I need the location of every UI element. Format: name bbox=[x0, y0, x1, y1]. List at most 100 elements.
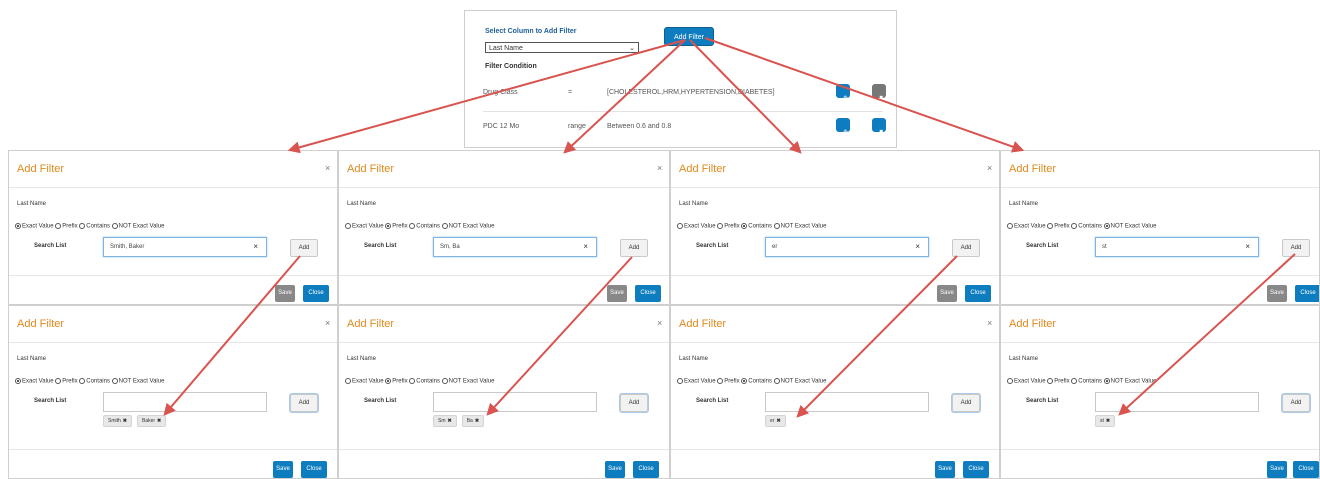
add-button[interactable]: Add bbox=[952, 394, 980, 412]
radio-not-exact[interactable] bbox=[111, 378, 118, 384]
radio-not-exact[interactable] bbox=[441, 223, 448, 229]
save-button[interactable]: Save bbox=[935, 461, 955, 478]
radio-contains-label: Contains bbox=[748, 378, 772, 385]
radio-exact[interactable] bbox=[677, 378, 683, 384]
clear-icon[interactable]: × bbox=[253, 238, 258, 256]
close-button[interactable]: Close bbox=[635, 285, 661, 302]
filter-row: Drug Class = [CHOLESTEROL,HRM,HYPERTENSI… bbox=[483, 81, 886, 105]
radio-prefix[interactable] bbox=[1047, 378, 1054, 384]
search-input[interactable] bbox=[103, 392, 267, 412]
radio-prefix[interactable] bbox=[717, 223, 724, 229]
add-button[interactable]: Add bbox=[1282, 394, 1310, 412]
remove-tag-icon[interactable]: ✖ bbox=[475, 418, 479, 424]
edit-filter-button[interactable]: ✎ bbox=[836, 84, 851, 104]
clear-icon[interactable]: × bbox=[915, 238, 920, 256]
field-label: Last Name bbox=[347, 356, 377, 362]
close-icon[interactable]: × bbox=[325, 318, 330, 328]
save-button[interactable]: Save bbox=[1267, 285, 1287, 302]
add-button[interactable]: Add bbox=[620, 239, 648, 257]
radio-not-exact[interactable] bbox=[111, 223, 118, 229]
edit-filter-button[interactable]: ✎ bbox=[836, 118, 851, 138]
close-button[interactable]: Close bbox=[963, 461, 989, 478]
save-button[interactable]: Save bbox=[937, 285, 957, 302]
radio-contains[interactable] bbox=[741, 223, 748, 229]
radio-prefix[interactable] bbox=[385, 378, 392, 384]
save-button[interactable]: Save bbox=[605, 461, 625, 478]
radio-contains[interactable] bbox=[409, 223, 416, 229]
add-button[interactable]: Add bbox=[620, 394, 648, 412]
search-input-value: Sm, Ba bbox=[440, 244, 460, 250]
column-select[interactable]: Last Name ⌄ bbox=[485, 42, 639, 53]
close-icon[interactable]: × bbox=[987, 318, 992, 328]
radio-not-exact[interactable] bbox=[441, 378, 448, 384]
radio-prefix[interactable] bbox=[1047, 223, 1054, 229]
add-button[interactable]: Add bbox=[290, 394, 318, 412]
search-input[interactable]: Sm, Ba × bbox=[433, 237, 597, 257]
radio-not-exact[interactable] bbox=[773, 378, 780, 384]
close-button[interactable]: Close bbox=[633, 461, 659, 478]
close-button[interactable]: Close bbox=[303, 285, 329, 302]
radio-not-exact[interactable] bbox=[1103, 223, 1110, 229]
clear-icon[interactable]: × bbox=[1245, 238, 1250, 256]
search-input[interactable]: er × bbox=[765, 237, 929, 257]
remove-tag-icon[interactable]: ✖ bbox=[157, 418, 161, 424]
close-icon[interactable]: × bbox=[325, 163, 330, 173]
save-button[interactable]: Save bbox=[273, 461, 293, 478]
radio-exact[interactable] bbox=[15, 378, 21, 384]
search-input[interactable]: st × bbox=[1095, 237, 1259, 257]
match-options: Exact Value Prefix Contains NOT Exact Va… bbox=[345, 378, 494, 385]
add-filter-button[interactable]: Add Filter bbox=[664, 27, 714, 46]
close-icon[interactable]: × bbox=[987, 163, 992, 173]
radio-prefix[interactable] bbox=[55, 223, 62, 229]
radio-contains[interactable] bbox=[1071, 223, 1078, 229]
add-button[interactable]: Add bbox=[952, 239, 980, 257]
radio-exact-label: Exact Value bbox=[22, 378, 54, 385]
search-input[interactable]: Smith, Baker × bbox=[103, 237, 267, 257]
remove-tag-icon[interactable]: ✖ bbox=[1106, 418, 1110, 424]
filter-value: [CHOLESTEROL,HRM,HYPERTENSION,DIABETES] bbox=[607, 89, 775, 96]
close-icon[interactable]: × bbox=[657, 163, 662, 173]
radio-prefix[interactable] bbox=[55, 378, 62, 384]
save-button[interactable]: Save bbox=[275, 285, 295, 302]
delete-filter-button[interactable]: ▮ bbox=[872, 118, 886, 137]
close-button[interactable]: Close bbox=[301, 461, 327, 478]
radio-not-exact-label: NOT Exact Value bbox=[780, 378, 827, 385]
match-options: Exact Value Prefix Contains NOT Exact Va… bbox=[345, 223, 494, 230]
remove-tag-icon[interactable]: ✖ bbox=[776, 418, 780, 424]
search-input[interactable] bbox=[1095, 392, 1259, 412]
close-button[interactable]: Close bbox=[965, 285, 991, 302]
radio-exact[interactable] bbox=[345, 378, 351, 384]
add-button[interactable]: Add bbox=[290, 239, 318, 257]
radio-contains[interactable] bbox=[409, 378, 416, 384]
radio-contains[interactable] bbox=[79, 223, 86, 229]
remove-tag-icon[interactable]: ✖ bbox=[448, 418, 452, 424]
search-input[interactable] bbox=[433, 392, 597, 412]
radio-contains[interactable] bbox=[79, 378, 86, 384]
search-input[interactable] bbox=[765, 392, 929, 412]
save-button[interactable]: Save bbox=[607, 285, 627, 302]
divider bbox=[671, 342, 999, 343]
save-button[interactable]: Save bbox=[1267, 461, 1287, 478]
filter-panel: Select Column to Add Filter Last Name ⌄ … bbox=[464, 10, 897, 148]
radio-not-exact[interactable] bbox=[773, 223, 780, 229]
radio-exact[interactable] bbox=[15, 223, 21, 229]
tag-label: Ba bbox=[466, 418, 473, 424]
radio-contains[interactable] bbox=[1071, 378, 1078, 384]
radio-prefix[interactable] bbox=[385, 223, 392, 229]
radio-not-exact[interactable] bbox=[1103, 378, 1110, 384]
radio-prefix[interactable] bbox=[717, 378, 724, 384]
delete-filter-button[interactable]: ▮ bbox=[872, 84, 886, 103]
close-button[interactable]: Close bbox=[1295, 285, 1319, 302]
remove-tag-icon[interactable]: ✖ bbox=[123, 418, 127, 424]
radio-exact[interactable] bbox=[677, 223, 683, 229]
close-button[interactable]: Close bbox=[1293, 461, 1319, 478]
search-list-label: Search List bbox=[34, 398, 67, 404]
radio-exact[interactable] bbox=[1007, 378, 1013, 384]
radio-contains[interactable] bbox=[741, 378, 748, 384]
divider bbox=[9, 275, 337, 276]
close-icon[interactable]: × bbox=[657, 318, 662, 328]
radio-exact[interactable] bbox=[1007, 223, 1013, 229]
radio-exact[interactable] bbox=[345, 223, 351, 229]
add-button[interactable]: Add bbox=[1282, 239, 1310, 257]
clear-icon[interactable]: × bbox=[583, 238, 588, 256]
